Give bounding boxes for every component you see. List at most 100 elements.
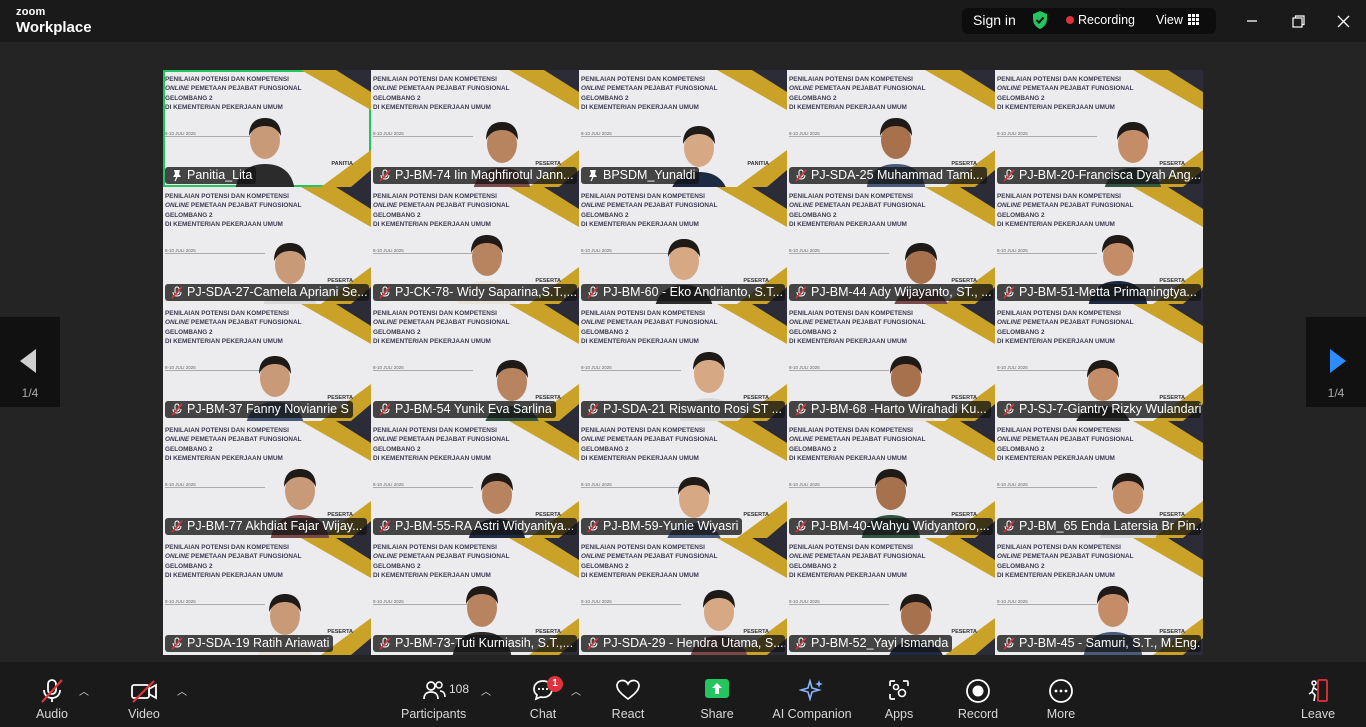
- participant-tile[interactable]: PENILAIAN POTENSI DAN KOMPETENSI ONLINE P…: [371, 538, 579, 655]
- restore-button[interactable]: [1284, 8, 1312, 34]
- participant-tile[interactable]: PENILAIAN POTENSI DAN KOMPETENSI ONLINE P…: [995, 187, 1203, 304]
- mic-muted-icon: [41, 679, 63, 703]
- participant-name: PJ-BM-73-Tuti Kurniasih, S.T.,...: [395, 636, 574, 650]
- participant-name: PJ-BM-54 Yunik Eva Sarlina: [395, 402, 552, 416]
- participant-tile[interactable]: PENILAIAN POTENSI DAN KOMPETENSI ONLINE P…: [371, 304, 579, 421]
- participant-name-tag: PJ-BM-55-RA Astri Widyanitya...: [373, 518, 577, 535]
- recording-indicator[interactable]: Recording: [1078, 13, 1135, 27]
- slide-line-2: ONLINE PEMETAAN PEJABAT FUNGSIONAL: [581, 85, 718, 93]
- restore-icon: [1291, 14, 1305, 28]
- audio-button[interactable]: Audio: [22, 662, 82, 727]
- participant-tile[interactable]: PENILAIAN POTENSI DAN KOMPETENSI ONLINE P…: [787, 70, 995, 187]
- participant-name-tag: PJ-BM-45 - Samuri, S.T., M.Eng.: [997, 635, 1201, 652]
- leave-icon: [1308, 679, 1328, 702]
- participant-tile[interactable]: PENILAIAN POTENSI DAN KOMPETENSI ONLINE P…: [579, 304, 787, 421]
- participant-name-tag: PJ-BM-20-Francisca Dyah Ang...: [997, 167, 1201, 184]
- participant-tile[interactable]: PENILAIAN POTENSI DAN KOMPETENSI ONLINE P…: [995, 304, 1203, 421]
- slide-line-3: GELOMBANG 2: [373, 94, 421, 102]
- leave-button[interactable]: Leave: [1293, 662, 1343, 727]
- ai-companion-button[interactable]: AI Companion: [770, 662, 854, 727]
- participant-name: PJ-BM-20-Francisca Dyah Ang...: [1019, 168, 1201, 182]
- participants-count: 108: [449, 682, 470, 696]
- slide-line-1: PENILAIAN POTENSI DAN KOMPETENSI: [165, 544, 289, 551]
- chat-unread-badge: 1: [547, 676, 563, 692]
- video-options-caret[interactable]: ︿: [177, 683, 187, 698]
- slide-line-1: PENILAIAN POTENSI DAN KOMPETENSI: [997, 544, 1121, 551]
- page-indicator-left: 1/4: [21, 386, 39, 400]
- participant-tile[interactable]: PENILAIAN POTENSI DAN KOMPETENSI ONLINE P…: [163, 538, 371, 655]
- participant-tile[interactable]: PENILAIAN POTENSI DAN KOMPETENSI ONLINE P…: [579, 187, 787, 304]
- participant-tile[interactable]: PENILAIAN POTENSI DAN KOMPETENSI ONLINE P…: [995, 538, 1203, 655]
- participant-tile[interactable]: PENILAIAN POTENSI DAN KOMPETENSI ONLINE P…: [163, 187, 371, 304]
- view-button[interactable]: View: [1156, 13, 1183, 27]
- participant-name: PJ-SDA-29 - Hendra Utama, S....: [603, 636, 785, 650]
- participant-name-tag: PJ-CK-78- Widy Saparina,S.T.,...: [373, 284, 577, 301]
- participant-tile[interactable]: PENILAIAN POTENSI DAN KOMPETENSI ONLINE P…: [579, 70, 787, 187]
- participant-name-tag: PJ-BM-59-Yunie Wiyasri: [581, 518, 743, 535]
- slide-line-2: ONLINE PEMETAAN PEJABAT FUNGSIONAL: [789, 202, 926, 210]
- slide-line-3: GELOMBANG 2: [581, 445, 629, 453]
- participant-tile[interactable]: PENILAIAN POTENSI DAN KOMPETENSI ONLINE P…: [163, 421, 371, 538]
- audio-options-caret[interactable]: ︿: [79, 683, 89, 698]
- participant-name-tag: PJ-BM_65 Enda Latersia Br Pin...: [997, 518, 1201, 535]
- apps-icon: [889, 680, 909, 700]
- slide-line-2: ONLINE PEMETAAN PEJABAT FUNGSIONAL: [165, 202, 302, 210]
- slide-line-2: ONLINE PEMETAAN PEJABAT FUNGSIONAL: [997, 436, 1134, 444]
- participant-tile[interactable]: PENILAIAN POTENSI DAN KOMPETENSI ONLINE P…: [787, 421, 995, 538]
- close-button[interactable]: [1329, 8, 1357, 34]
- participant-tile[interactable]: PENILAIAN POTENSI DAN KOMPETENSI ONLINE P…: [371, 421, 579, 538]
- participant-name-tag: PJ-BM-73-Tuti Kurniasih, S.T.,...: [373, 635, 577, 652]
- participant-tile[interactable]: PENILAIAN POTENSI DAN KOMPETENSI ONLINE P…: [787, 187, 995, 304]
- participant-tile[interactable]: PENILAIAN POTENSI DAN KOMPETENSI ONLINE P…: [371, 187, 579, 304]
- participant-tile[interactable]: PENILAIAN POTENSI DAN KOMPETENSI ONLINE P…: [787, 538, 995, 655]
- grid-view-icon[interactable]: [1188, 14, 1199, 25]
- participant-tile[interactable]: PENILAIAN POTENSI DAN KOMPETENSI ONLINE P…: [579, 421, 787, 538]
- participant-name-tag: BPSDM_Yunaldi: [581, 167, 700, 184]
- sign-in-button[interactable]: Sign in: [973, 12, 1016, 28]
- record-button[interactable]: Record: [953, 662, 1003, 727]
- record-icon: [966, 679, 990, 703]
- mic-muted-icon: [171, 286, 183, 299]
- participant-tile[interactable]: PENILAIAN POTENSI DAN KOMPETENSI ONLINE P…: [371, 70, 579, 187]
- role-badge: PESERTA: [327, 629, 353, 635]
- participant-name-tag: PJ-SDA-21 Riswanto Rosi ST ...: [581, 401, 785, 418]
- participant-name: PJ-BM-77 Akhdiat Fajar Wijay...: [187, 519, 363, 533]
- pin-icon: [173, 170, 181, 182]
- slide-line-2: ONLINE PEMETAAN PEJABAT FUNGSIONAL: [373, 319, 510, 327]
- next-page-button[interactable]: 1/4: [1306, 317, 1366, 407]
- slide-divider: [165, 253, 265, 254]
- participant-name: BPSDM_Yunaldi: [603, 168, 696, 182]
- slide-line-1: PENILAIAN POTENSI DAN KOMPETENSI: [165, 76, 289, 83]
- slide-divider: [581, 370, 681, 371]
- chat-button[interactable]: Chat: [518, 662, 568, 727]
- slide-line-2: ONLINE PEMETAAN PEJABAT FUNGSIONAL: [997, 553, 1134, 561]
- mic-muted-icon: [795, 637, 807, 650]
- share-button[interactable]: Share: [692, 662, 742, 727]
- apps-button[interactable]: Apps: [874, 662, 924, 727]
- slide-line-2: ONLINE PEMETAAN PEJABAT FUNGSIONAL: [165, 319, 302, 327]
- participants-options-caret[interactable]: ︿: [481, 683, 491, 698]
- encryption-shield-icon[interactable]: [1031, 10, 1049, 30]
- chat-options-caret[interactable]: ︿: [571, 683, 581, 698]
- react-button[interactable]: React: [603, 662, 653, 727]
- participant-tile[interactable]: PENILAIAN POTENSI DAN KOMPETENSI ONLINE P…: [995, 421, 1203, 538]
- slide-divider: [581, 604, 681, 605]
- participant-tile[interactable]: PENILAIAN POTENSI DAN KOMPETENSI ONLINE P…: [163, 70, 371, 187]
- participant-name: PJ-BM-55-RA Astri Widyanitya...: [395, 519, 575, 533]
- participant-tile[interactable]: PENILAIAN POTENSI DAN KOMPETENSI ONLINE P…: [787, 304, 995, 421]
- participant-tile[interactable]: PENILAIAN POTENSI DAN KOMPETENSI ONLINE P…: [995, 70, 1203, 187]
- more-button[interactable]: More: [1036, 662, 1086, 727]
- minimize-button[interactable]: [1238, 8, 1266, 34]
- recording-dot-icon: [1066, 16, 1074, 24]
- participant-name: PJ-SDA-21 Riswanto Rosi ST ...: [603, 402, 782, 416]
- participant-tile[interactable]: PENILAIAN POTENSI DAN KOMPETENSI ONLINE P…: [163, 304, 371, 421]
- role-badge: PANITIA: [747, 161, 769, 167]
- role-badge: PANITIA: [331, 161, 353, 167]
- mic-muted-icon: [587, 286, 599, 299]
- brand-bottom: Workplace: [16, 19, 92, 36]
- previous-page-button[interactable]: 1/4: [0, 317, 60, 407]
- video-button[interactable]: Video: [114, 662, 174, 727]
- participant-tile[interactable]: PENILAIAN POTENSI DAN KOMPETENSI ONLINE P…: [579, 538, 787, 655]
- slide-line-1: PENILAIAN POTENSI DAN KOMPETENSI: [997, 76, 1121, 83]
- slide-divider: [789, 253, 889, 254]
